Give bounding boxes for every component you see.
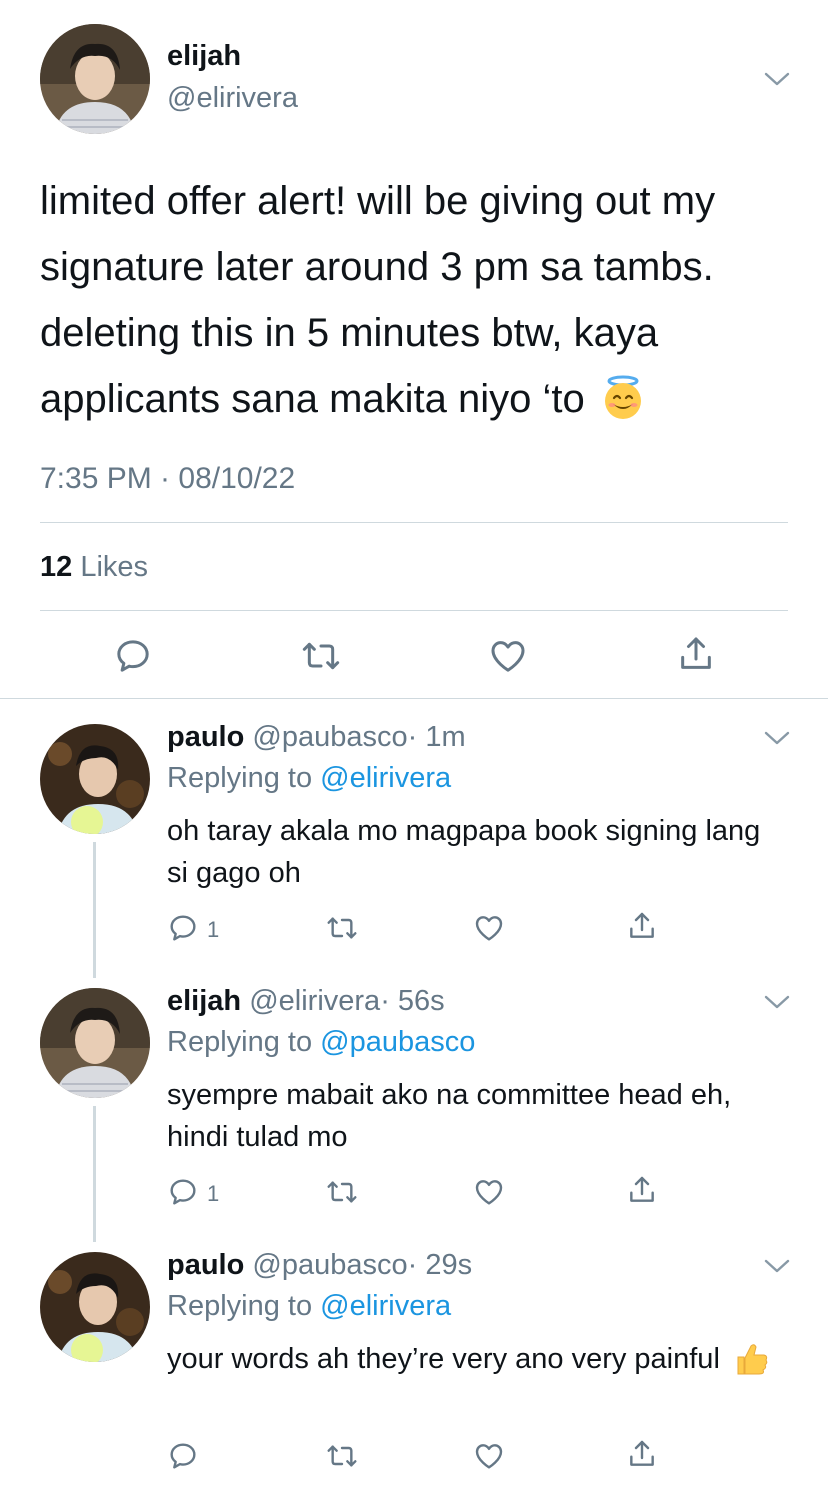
tweet-text: limited offer alert! will be giving out … [40,168,800,432]
reply-text-body: your words ah they’re very ano very pain… [167,1343,720,1375]
retweet-icon[interactable] [301,636,341,676]
retweet-icon[interactable] [326,1176,358,1208]
likes-count: 12 [40,551,73,583]
chevron-down-icon[interactable] [763,70,791,88]
reply-author-handle[interactable]: @elirivera [249,985,380,1017]
replying-to-link[interactable]: @paubasco [320,1026,475,1058]
heart-icon[interactable] [473,1176,505,1208]
likes-label: Likes [80,551,149,583]
replying-to-link[interactable]: @elirivera [320,1290,451,1322]
reply-author-handle[interactable]: @paubasco [252,1249,407,1281]
avatar-paulo[interactable] [40,1252,150,1362]
reply-header: elijah @elirivera· 56s [167,985,445,1018]
reply-header: paulo @paubasco· 1m [167,721,466,754]
replying-to: Replying to @elirivera [167,762,451,795]
reply-time[interactable]: · 1m [408,721,466,753]
reply-time[interactable]: · 56s [380,985,444,1017]
reply-icon[interactable] [167,1440,199,1472]
section-divider [0,698,828,699]
replying-to-label: Replying to [167,1290,313,1322]
reply-icon[interactable] [113,636,153,676]
heart-icon[interactable] [473,1440,505,1472]
thread-line [93,1106,96,1242]
reply-icon[interactable] [167,1176,199,1208]
thread-line [93,842,96,978]
reply-text: your words ah they’re very ano very pain… [167,1338,787,1380]
reply-header: paulo @paubasco· 29s [167,1249,472,1282]
reply-icon[interactable] [167,912,199,944]
replying-to-label: Replying to [167,762,313,794]
author-handle[interactable]: @elirivera [167,82,298,115]
heart-icon[interactable] [473,912,505,944]
reply-count: 1 [207,1181,220,1206]
replying-to-label: Replying to [167,1026,313,1058]
chevron-down-icon[interactable] [763,729,791,747]
replying-to-link[interactable]: @elirivera [320,762,451,794]
reply-author-name[interactable]: paulo [167,721,244,753]
replying-to: Replying to @elirivera [167,1290,451,1323]
reply-time[interactable]: · 29s [408,1249,472,1281]
divider [40,610,788,611]
reply-text: syempre mabait ako na committee head eh,… [167,1079,732,1153]
share-icon[interactable] [626,1438,658,1470]
thumbs-up-icon [732,1340,770,1378]
avatar-elijah-main[interactable] [40,24,150,134]
share-icon[interactable] [626,910,658,942]
reply-count: 1 [207,917,220,942]
author-name[interactable]: elijah [167,40,241,73]
retweet-icon[interactable] [326,912,358,944]
reply-author-handle[interactable]: @paubasco [252,721,407,753]
reply-author-name[interactable]: paulo [167,1249,244,1281]
share-icon[interactable] [626,1174,658,1206]
avatar-paulo[interactable] [40,724,150,834]
chevron-down-icon[interactable] [763,1257,791,1275]
chevron-down-icon[interactable] [763,993,791,1011]
divider [40,522,788,523]
reply-author-name[interactable]: elijah [167,985,241,1017]
heart-icon[interactable] [488,636,528,676]
tweet-timestamp[interactable]: 7:35 PM · 08/10/22 [40,462,295,496]
avatar-elijah[interactable] [40,988,150,1098]
likes-stat[interactable]: 12 Likes [40,551,148,584]
replying-to: Replying to @paubasco [167,1026,475,1059]
reply-text: oh taray akala mo magpapa book signing l… [167,815,761,889]
share-icon[interactable] [676,634,716,674]
smiling-face-with-halo-icon [600,374,646,420]
retweet-icon[interactable] [326,1440,358,1472]
